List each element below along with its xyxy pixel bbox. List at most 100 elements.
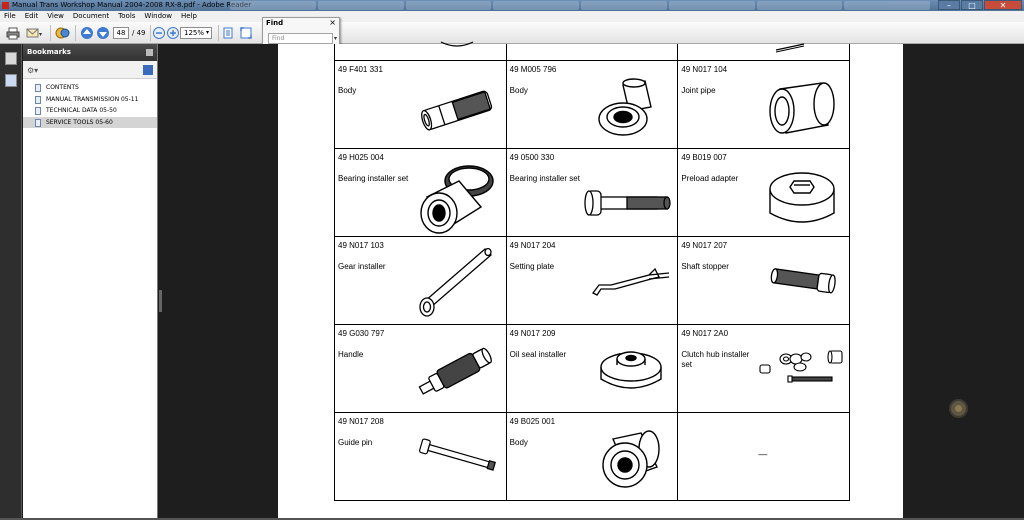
window-controls: – □ ✕ xyxy=(938,0,1022,10)
menu-window[interactable]: Window xyxy=(144,11,172,22)
full-screen-icon[interactable] xyxy=(239,26,253,40)
part-name: Gear installer xyxy=(338,261,386,271)
find-title: Find xyxy=(266,19,284,27)
service-tools-table: 49 F401 331 Body 49 M005 796 Body 49 N01… xyxy=(334,41,850,501)
options-gear-icon[interactable]: ⚙▾ xyxy=(27,66,38,75)
part-name: Preload adapter xyxy=(681,173,739,183)
bookmark-label: MANUAL TRANSMISSION 05-11 xyxy=(46,95,139,103)
part-number: 49 N017 208 xyxy=(338,416,384,426)
zoom-in-icon[interactable] xyxy=(166,26,180,40)
tool-cell: 49 F401 331 Body xyxy=(334,59,507,149)
menu-file[interactable]: File xyxy=(4,11,16,22)
joint-pipe-icon xyxy=(769,81,836,134)
new-bookmark-icon[interactable] xyxy=(143,65,153,75)
flanged-body-icon xyxy=(597,77,652,136)
pages-panel-icon[interactable] xyxy=(5,52,17,65)
bookmark-label: SERVICE TOOLS 05-60 xyxy=(46,118,113,126)
part-name: Body xyxy=(509,85,528,95)
page-total: / 49 xyxy=(132,29,146,37)
table-row: 49 N017 208 Guide pin 49 B025 001 Body — xyxy=(334,411,850,501)
bookmark-icon xyxy=(35,118,41,127)
zoom-value: 125% xyxy=(184,29,205,37)
collaborate-icon[interactable] xyxy=(55,26,70,40)
bookmark-label: TECHNICAL DATA 05-50 xyxy=(46,107,117,114)
part-name: Body xyxy=(509,437,528,447)
table-row: 49 G030 797 Handle 49 N017 209 Oil seal … xyxy=(334,323,850,413)
taskbar-ghost xyxy=(230,1,930,10)
menu-help[interactable]: Help xyxy=(181,11,197,22)
tool-cell: 49 N017 103 Gear installer xyxy=(334,235,507,325)
part-number: 49 N017 2A0 xyxy=(681,328,729,338)
table-cell xyxy=(677,43,850,61)
table-cell xyxy=(505,44,679,61)
table-row: 49 H025 004 Bearing installer set 49 050… xyxy=(334,147,850,237)
empty-mark: — xyxy=(758,448,768,459)
table-cell xyxy=(334,41,507,61)
part-number: 49 N017 104 xyxy=(681,64,728,74)
menu-document[interactable]: Document xyxy=(73,11,109,22)
oil-seal-installer-icon xyxy=(599,350,662,389)
part-number: 49 N017 207 xyxy=(681,240,728,250)
next-page-icon[interactable] xyxy=(96,26,110,40)
zoom-out-icon[interactable] xyxy=(152,26,166,40)
bookmarks-panel: Bookmarks ⚙▾ CONTENTS MANUAL TRANSMISSIO… xyxy=(23,44,158,518)
part-name: Handle xyxy=(338,349,364,359)
close-button[interactable]: ✕ xyxy=(984,0,1022,10)
toolbar: ▾ 48 / 49 125% ▾ xyxy=(0,22,1024,44)
preload-adapter-icon xyxy=(769,171,836,223)
email-icon[interactable]: ▾ xyxy=(26,26,42,40)
fit-page-icon[interactable] xyxy=(221,26,235,40)
chevron-down-icon: ▾ xyxy=(205,29,209,36)
part-name: Joint pipe xyxy=(681,85,716,95)
panel-options-icon[interactable] xyxy=(146,49,153,56)
maximize-button[interactable]: □ xyxy=(961,0,983,10)
table-row: 49 N017 103 Gear installer 49 N017 204 S… xyxy=(334,235,850,325)
zoom-select[interactable]: 125% ▾ xyxy=(180,27,212,39)
part-number: 49 0500 330 xyxy=(509,152,555,162)
tool-cell: 49 B019 007 Preload adapter xyxy=(677,147,850,237)
part-number: 49 M005 796 xyxy=(509,64,557,74)
menu-edit[interactable]: Edit xyxy=(25,11,39,22)
bearing-installer-icon xyxy=(420,164,494,234)
part-number: 49 H025 004 xyxy=(338,152,384,162)
menu-view[interactable]: View xyxy=(47,11,64,22)
chevron-down-icon[interactable]: ▾ xyxy=(334,35,337,42)
floating-app-button[interactable] xyxy=(949,399,968,418)
bookmark-icon xyxy=(35,95,41,104)
svg-text:▾: ▾ xyxy=(39,31,42,38)
tool-cell: 49 B025 001 Body xyxy=(505,411,679,501)
part-number: 49 B019 007 xyxy=(681,152,727,162)
bookmark-item[interactable]: TECHNICAL DATA 05-50 xyxy=(23,105,157,117)
menu-bar: File Edit View Document Tools Window Hel… xyxy=(0,11,1024,22)
menu-tools[interactable]: Tools xyxy=(118,11,135,22)
window-title: Manual Trans Workshop Manual 2004-2008 R… xyxy=(12,1,252,9)
bookmark-item-selected[interactable]: SERVICE TOOLS 05-60 xyxy=(23,116,157,128)
part-name: Oil seal installer xyxy=(509,349,567,359)
previous-page-icon[interactable] xyxy=(80,26,94,40)
part-name: Guide pin xyxy=(338,437,373,447)
find-close-icon[interactable]: × xyxy=(329,18,336,27)
bookmark-icon xyxy=(35,107,41,115)
clutch-hub-installer-icon xyxy=(759,349,843,383)
minimize-button[interactable]: – xyxy=(938,0,960,10)
bookmark-item[interactable]: CONTENTS xyxy=(23,82,157,94)
bookmark-item[interactable]: MANUAL TRANSMISSION 05-11 xyxy=(23,94,157,106)
panel-splitter[interactable] xyxy=(159,290,162,312)
body-collar-icon xyxy=(601,429,660,488)
tool-cell: 49 N017 104 Joint pipe xyxy=(677,59,850,149)
tool-cell-empty: — xyxy=(677,411,850,501)
bookmark-label: CONTENTS xyxy=(46,84,79,91)
page-number-input[interactable]: 48 xyxy=(113,27,129,39)
setting-plate-icon xyxy=(591,267,669,296)
gear-installer-icon xyxy=(419,247,492,317)
shaft-stopper-icon xyxy=(770,267,837,293)
find-input[interactable]: Find xyxy=(268,33,333,44)
part-number: 49 G030 797 xyxy=(338,328,385,338)
tool-cell: 49 N017 204 Setting plate xyxy=(505,235,679,325)
bookmark-list: CONTENTS MANUAL TRANSMISSION 05-11 TECHN… xyxy=(23,79,157,128)
sleeve-tool-icon xyxy=(421,90,493,130)
handle-icon xyxy=(418,347,492,395)
print-icon[interactable] xyxy=(6,26,20,40)
guide-pin-icon xyxy=(419,437,496,471)
bookmarks-panel-icon[interactable] xyxy=(5,74,17,87)
